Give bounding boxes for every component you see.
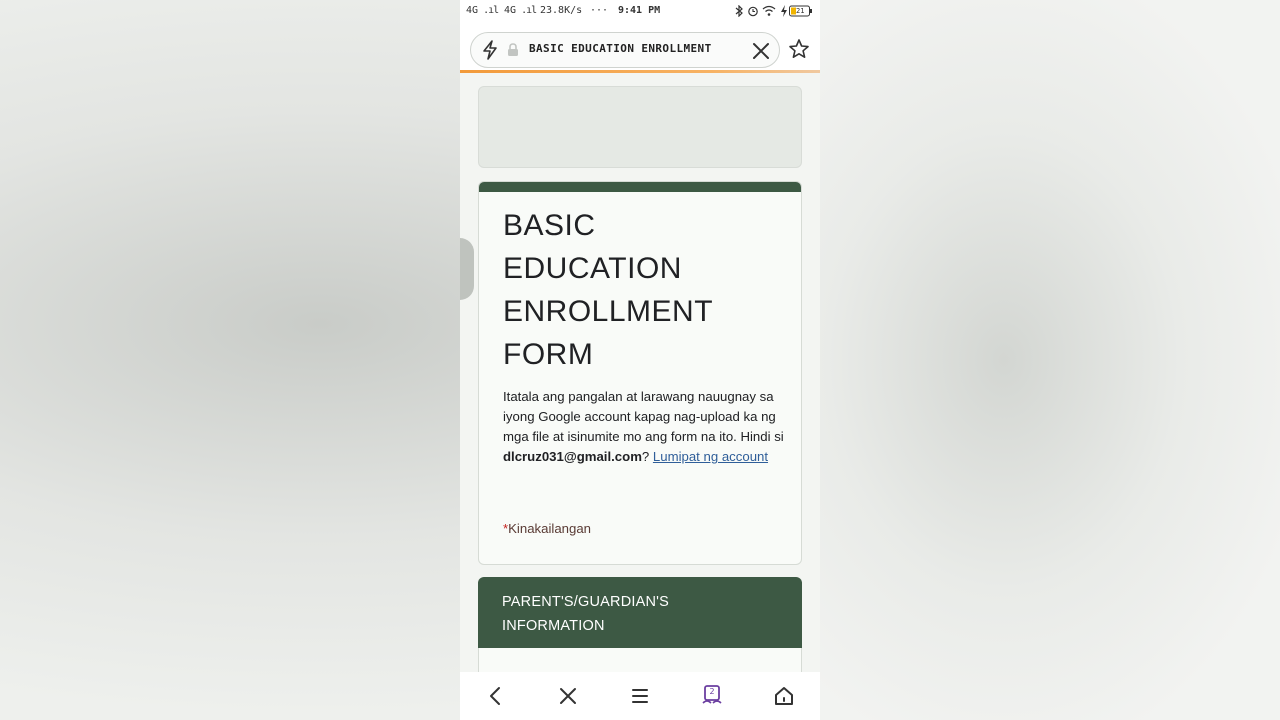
star-icon[interactable] [788,38,810,60]
wifi-icon [762,5,776,20]
status-dots: ··· [590,5,609,16]
network-indicator-2: 4G .ıl [504,5,537,16]
header-accent-bar [479,182,801,192]
switch-account-link[interactable]: Lumipat ng account [653,449,768,464]
form-title: BASIC EDUCATION ENROLLMENT FORM [503,209,713,371]
bolt-icon[interactable] [481,40,499,60]
close-tab-icon[interactable] [556,684,580,708]
address-bar[interactable]: BASIC EDUCATION ENROLLMENT [470,32,780,68]
question-mark: ? [641,449,653,464]
form-header-card: BASIC EDUCATION ENROLLMENT FORM Itatala … [478,181,802,565]
bluetooth-icon [734,4,744,20]
required-label: Kinakailangan [508,521,591,536]
charging-icon [780,5,788,20]
menu-icon[interactable] [628,684,652,708]
tabs-icon[interactable]: 2 [700,684,724,708]
lock-icon [507,43,519,57]
description-text: Itatala ang pangalan at larawang nauugna… [503,389,784,444]
home-icon[interactable] [772,684,796,708]
phone-screen: 4G .ıl 4G .ıl 23.8K/s ··· 9:41 PM 21 BAS… [460,0,820,720]
tab-count: 2 [709,687,715,696]
clock: 9:41 PM [618,5,661,16]
page-load-progress [460,70,820,73]
back-icon[interactable] [484,684,508,708]
browser-toolbar: BASIC EDUCATION ENROLLMENT [460,24,820,72]
close-icon[interactable] [751,41,771,61]
alarm-icon [747,5,759,20]
section-title: PARENT'S/GUARDIAN'S INFORMATION [502,594,669,634]
page-title-in-address-bar[interactable]: BASIC EDUCATION ENROLLMENT [529,42,749,55]
battery-level: 21 [796,7,805,15]
required-note: *Kinakailangan [503,521,591,536]
background-right [820,0,1280,720]
network-indicator: 4G .ıl [466,5,499,16]
section-header: PARENT'S/GUARDIAN'S INFORMATION [478,577,802,648]
account-email: dlcruz031@gmail.com [503,449,642,464]
side-handle[interactable] [460,238,474,300]
status-bar: 4G .ıl 4G .ıl 23.8K/s ··· 9:41 PM 21 [460,0,820,24]
browser-bottom-nav: 2 [460,672,820,720]
network-speed: 23.8K/s [540,5,583,16]
banner-placeholder [478,86,802,168]
form-description: Itatala ang pangalan at larawang nauugna… [503,387,787,467]
